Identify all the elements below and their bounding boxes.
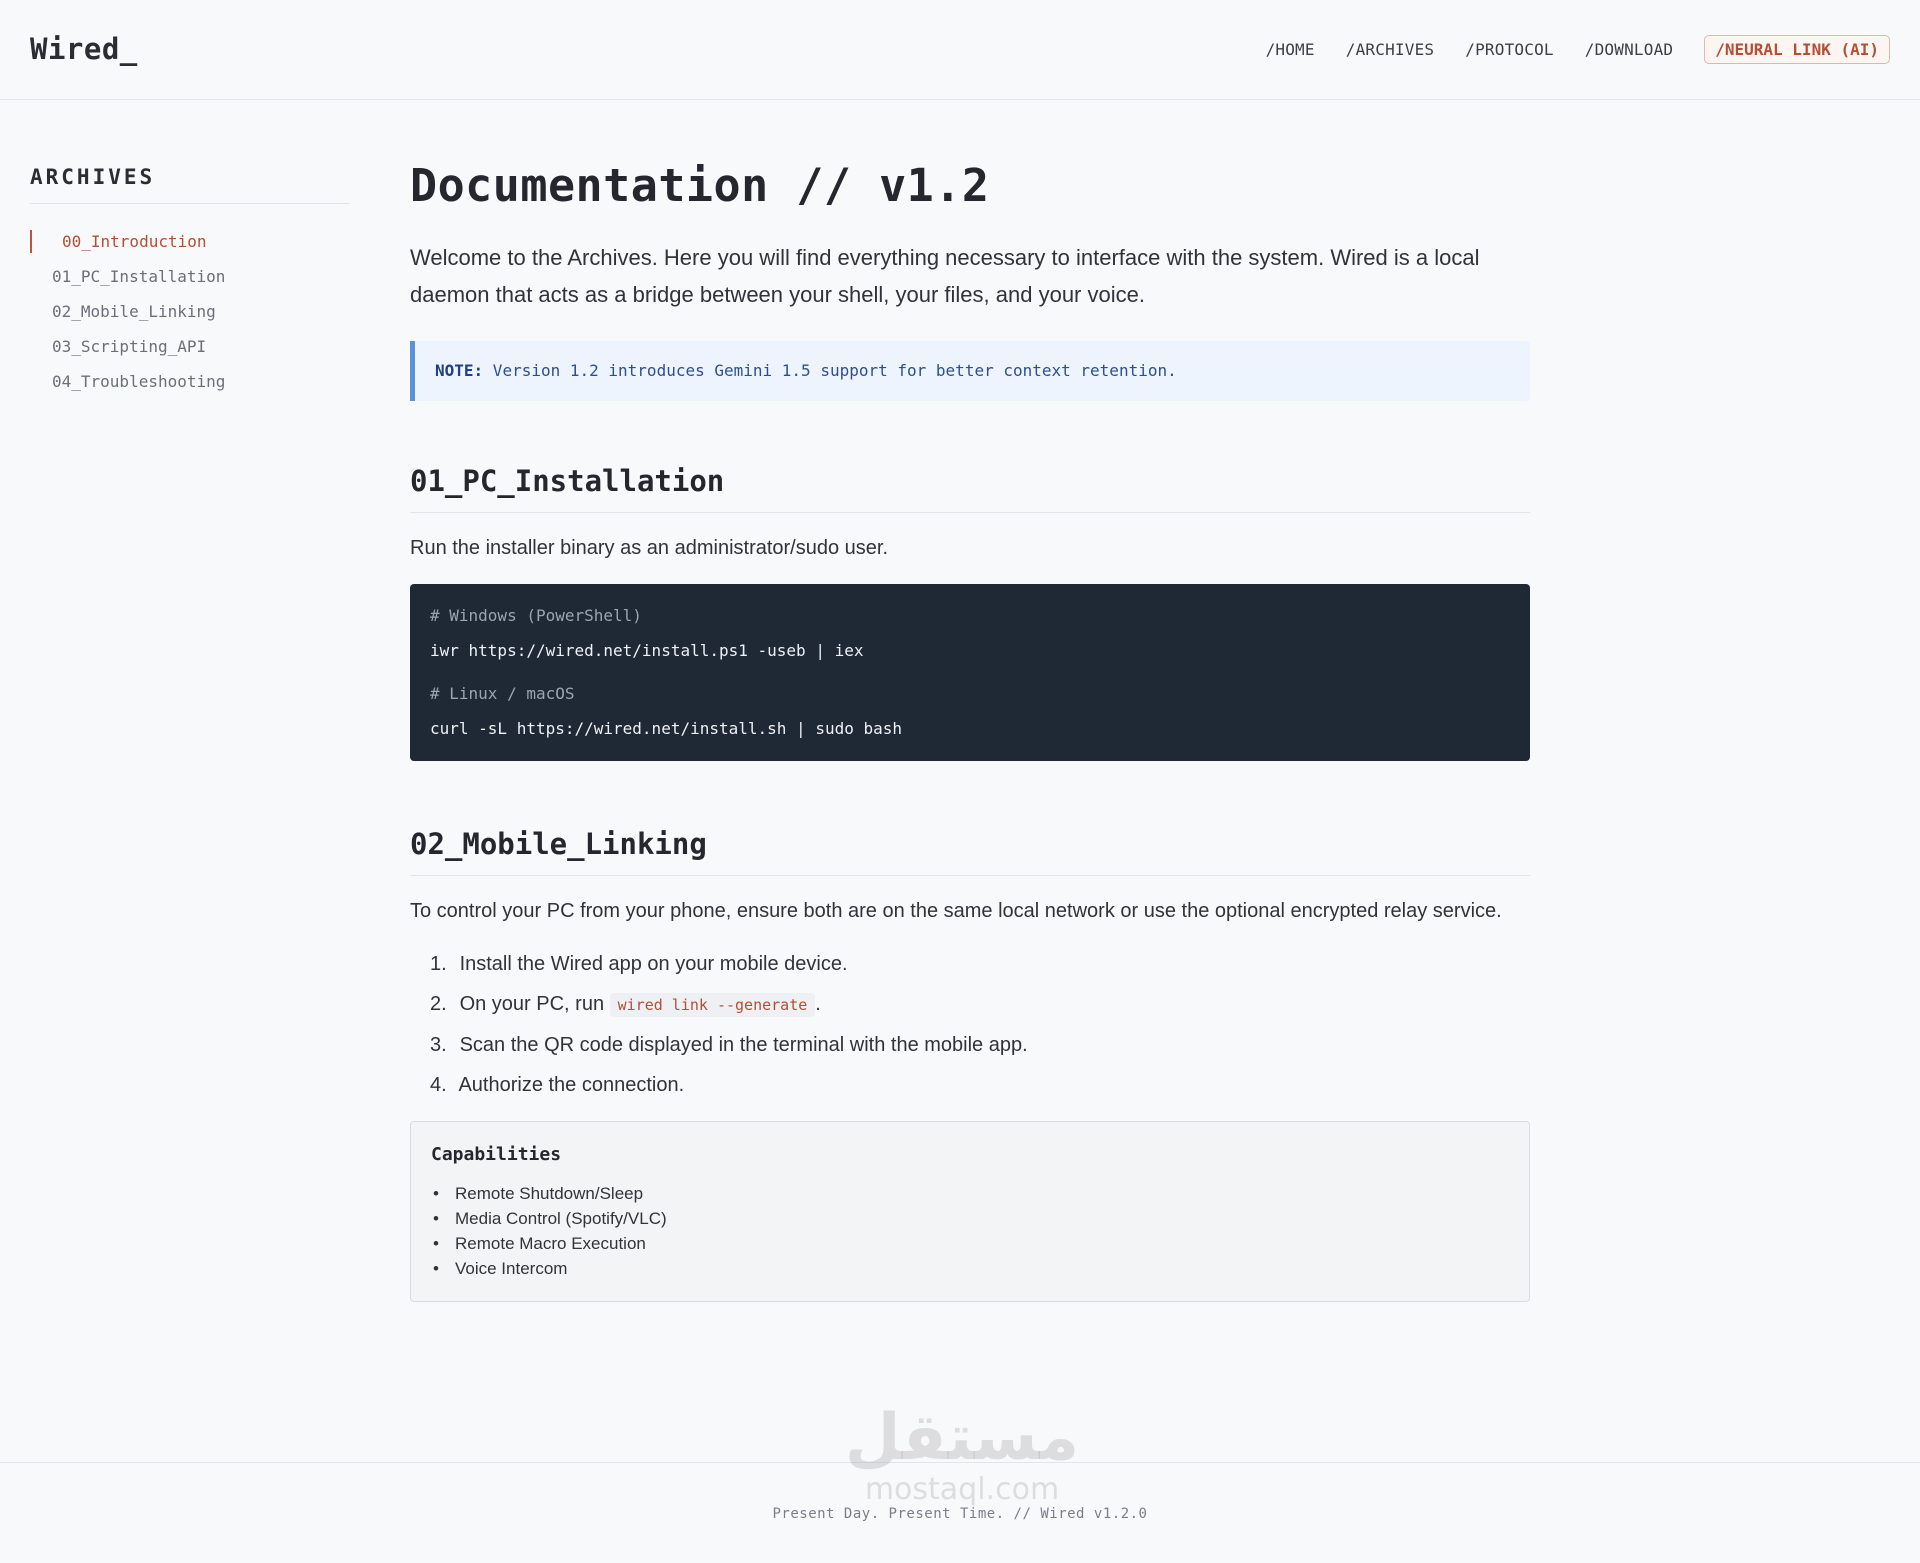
archives-sidebar: ARCHIVES 00_Introduction 01_PC_Installat… [30, 165, 350, 399]
inline-code: wired link --generate [609, 993, 816, 1017]
nav-archives-link[interactable]: /ARCHIVES [1346, 40, 1435, 59]
site-logo[interactable]: Wired_ [30, 32, 138, 66]
code-command-linux: curl -sL https://wired.net/install.sh | … [430, 719, 903, 738]
main-nav: /HOME /ARCHIVES /PROTOCOL /DOWNLOAD /NEU… [1266, 35, 1890, 64]
section-text: Run the installer binary as an administr… [410, 537, 889, 559]
main-content: Documentation // v1.2 Welcome to the Arc… [410, 160, 1530, 1302]
code-comment-linux: # Linux / macOS [430, 684, 575, 703]
sidebar-item-pc-installation[interactable]: 01_PC_Installation [30, 259, 350, 294]
steps-list: 1. Install the Wired app on your mobile … [410, 944, 1530, 1105]
list-item: Remote Shutdown/Sleep [433, 1181, 1509, 1206]
list-item: 3. Scan the QR code displayed in the ter… [430, 1034, 1028, 1056]
sidebar-item-introduction[interactable]: 00_Introduction [30, 224, 350, 259]
step-text: Authorize the connection. [458, 1074, 685, 1096]
note-callout: NOTE: Version 1.2 introduces Gemini 1.5 … [410, 341, 1530, 401]
sidebar-item-mobile-linking[interactable]: 02_Mobile_Linking [30, 294, 350, 329]
list-item: 1. Install the Wired app on your mobile … [430, 953, 848, 975]
list-item: Voice Intercom [433, 1256, 1509, 1281]
capabilities-box: Capabilities Remote Shutdown/Sleep Media… [410, 1121, 1530, 1302]
sidebar-list: 00_Introduction 01_PC_Installation 02_Mo… [30, 224, 350, 399]
code-comment-windows: # Windows (PowerShell) [430, 606, 642, 625]
code-command-windows: iwr https://wired.net/install.ps1 -useb … [430, 641, 864, 660]
section-heading: 02_Mobile_Linking [410, 827, 1530, 876]
list-item: Media Control (Spotify/VLC) [433, 1206, 1509, 1231]
nav-neural-link-button[interactable]: /NEURAL LINK (AI) [1704, 35, 1890, 64]
sidebar-item-scripting-api[interactable]: 03_Scripting_API [30, 329, 350, 364]
section-pc-installation: 01_PC_Installation Run the installer bin… [410, 464, 1530, 761]
page-footer: Present Day. Present Time. // Wired v1.2… [0, 1462, 1920, 1563]
step-text-end: . [815, 993, 821, 1015]
list-item: 4. Authorize the connection. [430, 1074, 685, 1096]
note-text: Version 1.2 introduces Gemini 1.5 suppor… [483, 361, 1177, 380]
sidebar-item-troubleshooting[interactable]: 04_Troubleshooting [30, 364, 350, 399]
footer-text: Present Day. Present Time. // Wired v1.2… [772, 1506, 1148, 1522]
step-text: On your PC, run [459, 993, 610, 1015]
install-code-block[interactable]: # Windows (PowerShell) iwr https://wired… [410, 584, 1530, 761]
capabilities-list: Remote Shutdown/Sleep Media Control (Spo… [431, 1181, 1509, 1281]
capabilities-title: Capabilities [431, 1144, 562, 1165]
section-heading: 01_PC_Installation [410, 464, 1530, 513]
step-text: Scan the QR code displayed in the termin… [459, 1034, 1028, 1056]
nav-home-link[interactable]: /HOME [1266, 40, 1315, 59]
list-item: 2. On your PC, run wired link --generate… [430, 993, 821, 1017]
section-text: To control your PC from your phone, ensu… [410, 900, 1502, 922]
section-mobile-linking: 02_Mobile_Linking To control your PC fro… [410, 827, 1530, 1302]
nav-download-link[interactable]: /DOWNLOAD [1585, 40, 1674, 59]
list-item: Remote Macro Execution [433, 1231, 1509, 1256]
page-title: Documentation // v1.2 [410, 159, 990, 212]
top-nav-bar: Wired_ /HOME /ARCHIVES /PROTOCOL /DOWNLO… [0, 0, 1920, 100]
intro-paragraph: Welcome to the Archives. Here you will f… [410, 245, 1480, 307]
note-label: NOTE: [435, 361, 484, 380]
step-text: Install the Wired app on your mobile dev… [459, 953, 848, 975]
sidebar-title: ARCHIVES [30, 165, 350, 204]
nav-protocol-link[interactable]: /PROTOCOL [1465, 40, 1554, 59]
